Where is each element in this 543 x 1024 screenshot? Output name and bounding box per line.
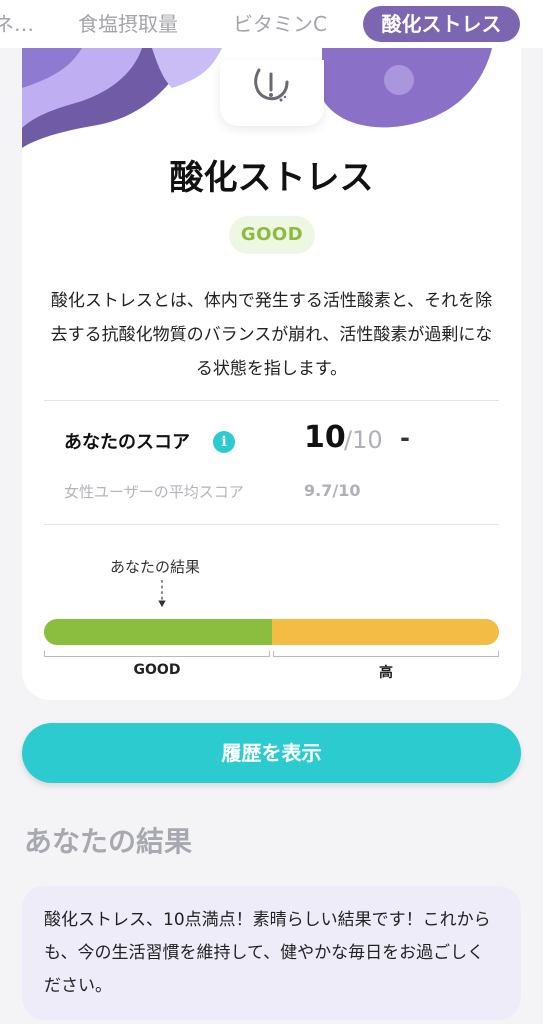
down-arrow-icon	[158, 580, 166, 608]
description-text: 酸化ストレスとは、体内で発生する活性酸素と、それを除去する抗酸化物質のバランスが…	[50, 291, 493, 379]
card-title: 酸化ストレス	[169, 158, 374, 198]
average-score-value: 9.7/10	[304, 481, 361, 500]
score-gauge-bar	[44, 619, 499, 645]
gauge-segment-high	[271, 619, 499, 645]
tab-vitamin-c[interactable]: ビタミンC	[233, 6, 327, 42]
segment-label-good: GOOD	[133, 662, 181, 678]
category-tab-bar: ネ… 食塩摂取量 ビタミンC 酸化ストレス	[0, 0, 543, 48]
stress-face-icon	[254, 68, 289, 102]
tab-oxidative-stress[interactable]: 酸化ストレス	[363, 6, 520, 42]
status-badge: GOOD	[229, 216, 315, 254]
result-card: 酸化ストレス GOOD 酸化ストレスとは、体内で発生する活性酸素と、それを除去す…	[22, 48, 521, 700]
average-score-label: 女性ユーザーの平均スコア	[64, 483, 244, 501]
segment-bracket	[44, 651, 270, 657]
segment-label-high: 高	[379, 665, 393, 681]
show-history-button[interactable]: 履歴を表示	[22, 723, 521, 783]
tab-salt-intake[interactable]: 食塩摂取量	[78, 6, 178, 42]
score-trend: -	[400, 424, 410, 452]
gauge-segment-good	[44, 619, 272, 645]
segment-bracket	[273, 651, 499, 657]
score-max: /10	[344, 426, 383, 454]
result-marker-label: あなたの結果	[110, 558, 201, 576]
divider	[44, 400, 499, 401]
result-message: 酸化ストレス、10点満点！素晴らしい結果です！これからも、今の生活習慣を維持して…	[22, 886, 521, 1020]
your-score-label: あなたのスコア	[64, 432, 190, 453]
score-value: 10	[304, 420, 346, 455]
category-icon-tile	[220, 60, 324, 126]
divider	[44, 524, 499, 525]
tab-previous[interactable]: ネ…	[0, 6, 34, 42]
info-icon[interactable]: i	[213, 431, 235, 453]
result-section-title: あなたの結果	[24, 825, 193, 858]
